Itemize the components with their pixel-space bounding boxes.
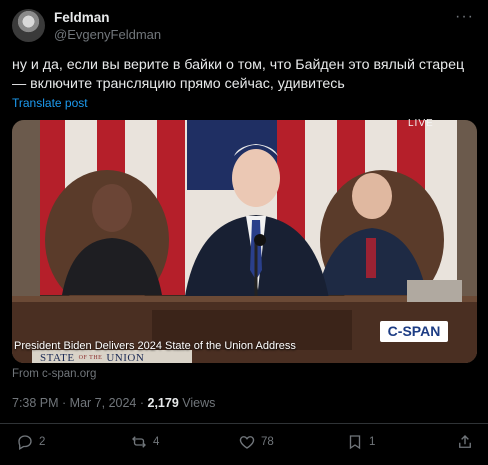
bookmark-count: 1 <box>369 436 376 448</box>
post-meta: 7:38 PM · Mar 7, 2024 · 2,179 Views <box>12 396 215 410</box>
reply-icon <box>18 435 32 450</box>
more-options-icon[interactable]: ··· <box>455 8 474 26</box>
post-date[interactable]: Mar 7, 2024 <box>70 396 137 410</box>
post-time[interactable]: 7:38 PM <box>12 396 59 410</box>
live-indicator: LIVE <box>408 118 434 129</box>
video-caption: President Biden Delivers 2024 State of t… <box>14 340 296 352</box>
author-display-name[interactable]: Feldman <box>54 10 110 25</box>
author-handle[interactable]: @EvgenyFeldman <box>54 27 161 42</box>
repost-count: 4 <box>153 436 160 448</box>
share-icon <box>459 435 471 448</box>
like-count: 78 <box>261 436 274 448</box>
views-label: Views <box>178 396 216 410</box>
network-logo: C-SPAN <box>380 321 448 342</box>
source-link[interactable]: From c-span.org <box>12 368 96 380</box>
banner-word-of: OF THE <box>78 355 103 362</box>
like-button[interactable]: 78 <box>238 433 274 451</box>
banner-word-union: UNION <box>106 352 145 364</box>
meta-separator-2: · <box>136 396 148 410</box>
meta-separator: · <box>58 396 70 410</box>
heart-icon <box>239 436 255 449</box>
reply-count: 2 <box>39 436 46 448</box>
reply-button[interactable]: 2 <box>16 433 45 451</box>
state-of-union-banner: STATE OF THE UNION <box>40 352 144 364</box>
bookmark-button[interactable]: 1 <box>346 433 375 451</box>
divider <box>0 423 488 424</box>
translate-post-link[interactable]: Translate post <box>12 96 88 110</box>
banner-word-state: STATE <box>40 352 75 364</box>
post-text: ну и да, если вы верите в байки о том, ч… <box>12 57 465 92</box>
action-bar: 2 4 78 1 <box>0 433 488 457</box>
bookmark-icon <box>349 435 361 450</box>
share-button[interactable] <box>456 433 474 451</box>
author-avatar[interactable] <box>12 9 45 42</box>
repost-button[interactable]: 4 <box>130 433 159 451</box>
views-count: 2,179 <box>147 396 179 410</box>
repost-icon <box>132 436 146 448</box>
